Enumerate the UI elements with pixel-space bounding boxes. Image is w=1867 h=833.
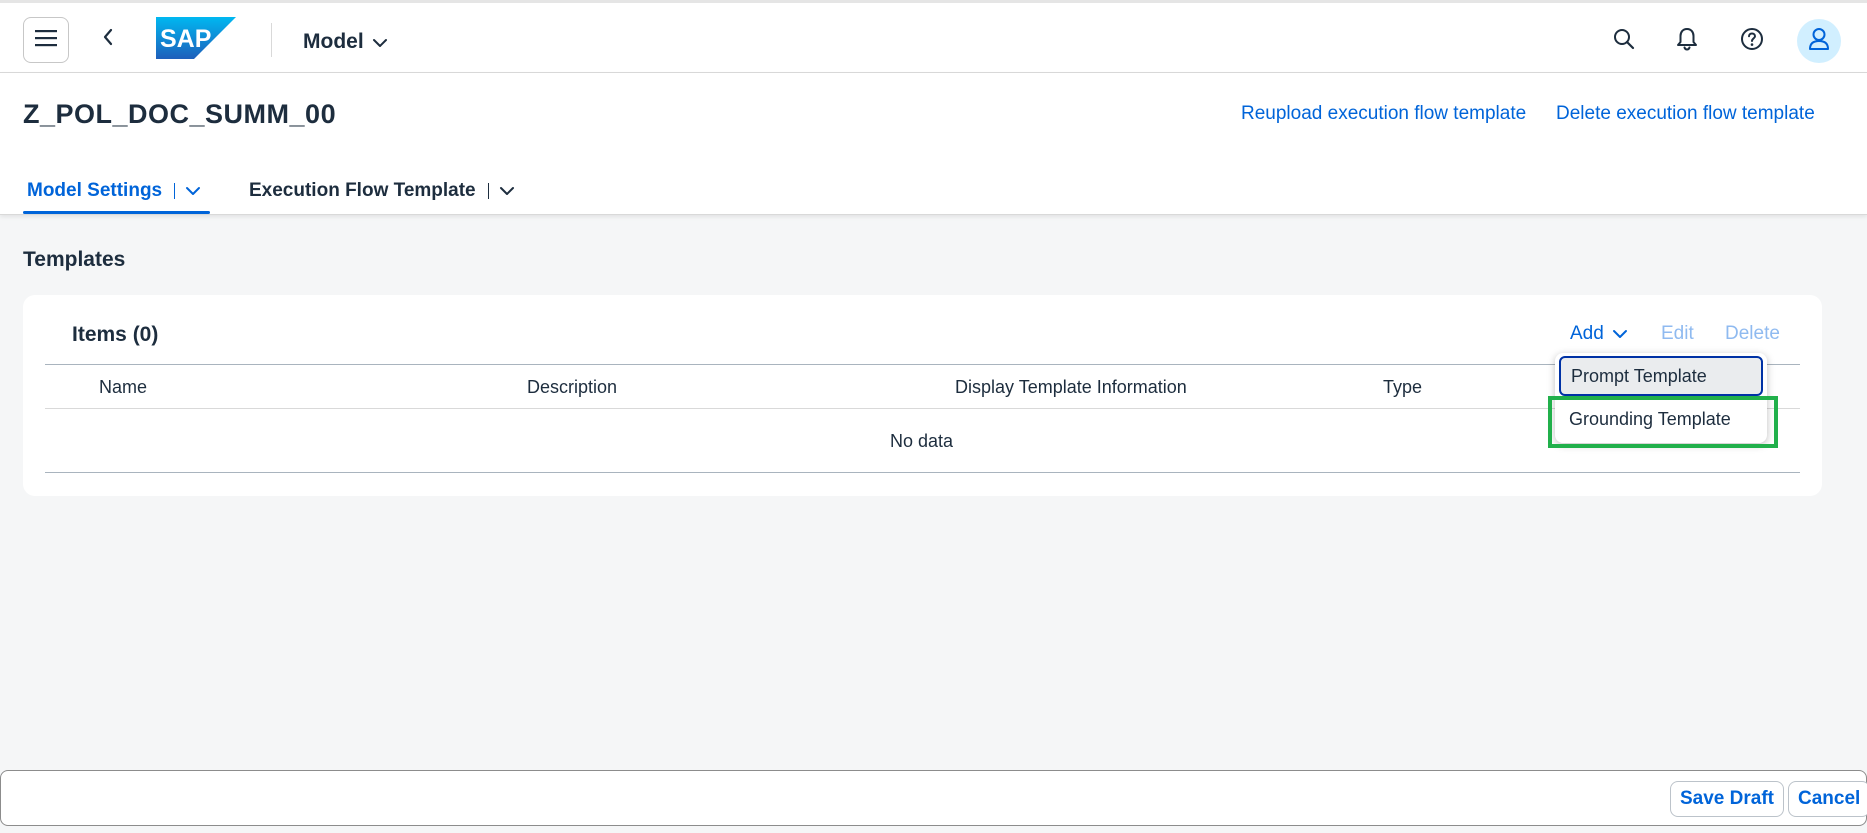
chevron-down-icon (1612, 323, 1628, 345)
tab-label: Model Settings (27, 180, 163, 201)
sap-logo[interactable]: SAP (156, 17, 236, 59)
edit-button[interactable]: Edit (1661, 323, 1694, 345)
bell-icon (1676, 27, 1698, 56)
tab-label: Execution Flow Template (249, 180, 476, 201)
column-header-display-template-information[interactable]: Display Template Information (955, 377, 1187, 398)
app-menu-label: Model (303, 30, 364, 53)
back-button[interactable] (96, 25, 120, 53)
shell-divider (271, 23, 272, 57)
add-label: Add (1570, 323, 1604, 344)
column-header-name[interactable]: Name (99, 377, 147, 398)
cancel-button[interactable]: Cancel (1788, 781, 1867, 817)
help-icon (1740, 27, 1764, 56)
delete-template-link[interactable]: Delete execution flow template (1556, 103, 1815, 125)
chevron-down-icon[interactable] (185, 180, 201, 202)
tab-model-settings[interactable]: Model Settings (27, 173, 201, 209)
tab-divider (487, 183, 489, 199)
table-header-bottom-border (45, 408, 1800, 409)
tab-divider (174, 183, 176, 199)
notifications-button[interactable] (1673, 27, 1701, 55)
column-header-type[interactable]: Type (1383, 377, 1422, 398)
logo-text: SAP (160, 25, 211, 53)
chevron-down-icon (372, 30, 388, 54)
search-button[interactable] (1610, 27, 1638, 55)
menu-button[interactable] (23, 17, 69, 63)
search-icon (1613, 28, 1635, 55)
delete-button[interactable]: Delete (1725, 323, 1780, 345)
app-menu-button[interactable]: Model (303, 27, 388, 57)
chevron-down-icon[interactable] (499, 180, 515, 202)
table-bottom-border (45, 472, 1800, 473)
save-draft-button[interactable]: Save Draft (1670, 781, 1784, 817)
menu-icon (35, 29, 57, 52)
help-button[interactable] (1738, 27, 1766, 55)
active-tab-indicator (23, 211, 210, 214)
user-icon (1808, 27, 1830, 56)
column-header-description[interactable]: Description (527, 377, 617, 398)
back-icon (102, 28, 114, 51)
menu-item-prompt-template[interactable]: Prompt Template (1559, 356, 1763, 396)
reupload-template-link[interactable]: Reupload execution flow template (1241, 103, 1526, 125)
section-title: Templates (23, 248, 126, 271)
table-title: Items (0) (72, 323, 159, 346)
footer-toolbar: Save Draft Cancel (0, 770, 1867, 826)
object-page-header: Z_POL_DOC_SUMM_00 Reupload execution flo… (0, 73, 1867, 215)
page-title: Z_POL_DOC_SUMM_00 (23, 99, 337, 129)
user-avatar-button[interactable] (1797, 19, 1841, 63)
tab-execution-flow-template[interactable]: Execution Flow Template (249, 173, 515, 209)
shell-bar: SAP Model (0, 0, 1867, 73)
highlight-marker (1548, 396, 1778, 448)
table-header-top-border (45, 364, 1800, 365)
add-button[interactable]: Add (1570, 323, 1628, 345)
empty-table-message: No data (890, 431, 954, 451)
